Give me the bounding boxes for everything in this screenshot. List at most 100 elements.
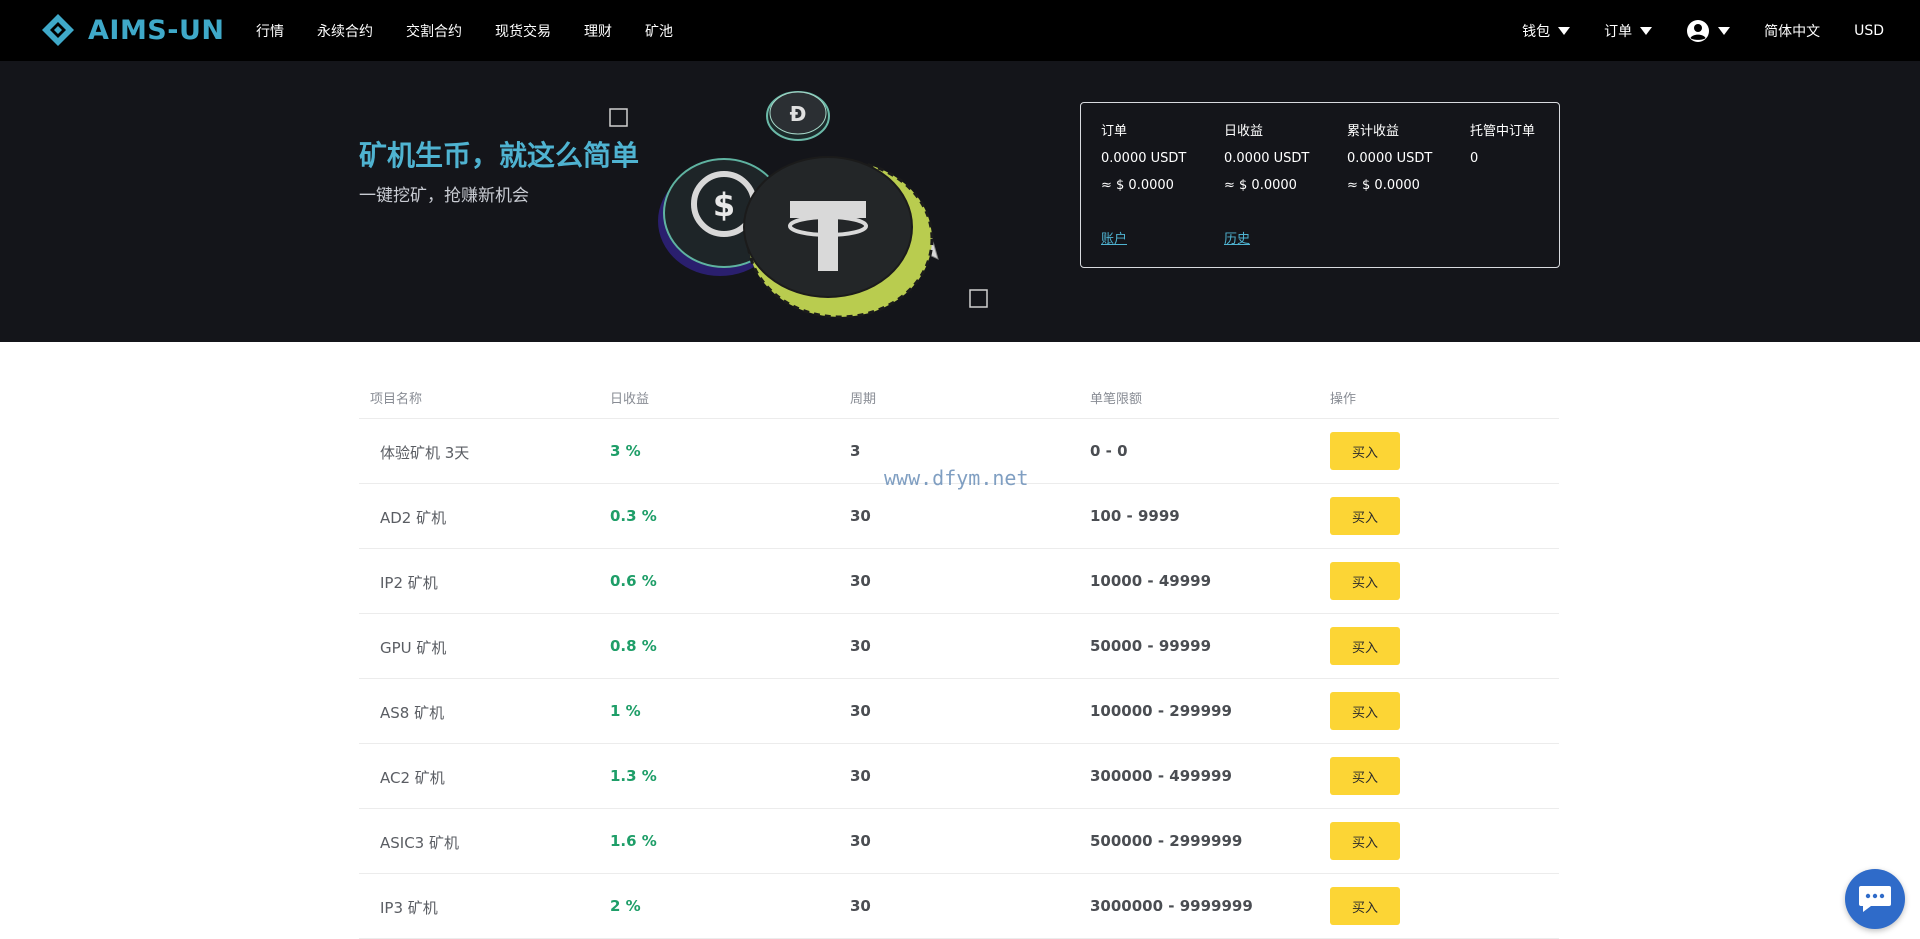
chat-bubble-icon — [1859, 886, 1891, 912]
stat-usd-value: ≈ $ 0.0000 — [1101, 178, 1174, 193]
stat-value: 0.0000 USDT — [1224, 151, 1310, 166]
stat-usd-value: ≈ $ 0.0000 — [1347, 178, 1420, 193]
table-row: AD2 矿机 0.3 % 30 100 - 9999 买入 — [359, 484, 1559, 549]
nav-delivery-contract[interactable]: 交割合约 — [406, 21, 462, 41]
table-row: ASIC3 矿机 1.6 % 30 500000 - 2999999 买入 — [359, 809, 1559, 874]
svg-text:Ð: Ð — [790, 102, 807, 126]
table-header: 项目名称 日收益 周期 单笔限额 操作 — [359, 372, 1559, 419]
daily-rate: 1.6 % — [610, 832, 657, 850]
project-name: ASIC3 矿机 — [380, 834, 459, 852]
user-dropdown[interactable] — [1686, 19, 1731, 43]
stat-usd-value: ≈ $ 0.0000 — [1224, 178, 1297, 193]
period: 30 — [850, 897, 871, 915]
project-name: IP2 矿机 — [380, 574, 438, 592]
single-limit: 50000 - 99999 — [1090, 637, 1212, 655]
table-row: AC2 矿机 1.3 % 30 300000 - 499999 买入 — [359, 744, 1559, 809]
stat-label: 托管中订单 — [1470, 124, 1536, 139]
nav-perpetual-contract[interactable]: 永续合约 — [317, 21, 373, 41]
currency-selector[interactable]: USD — [1854, 23, 1884, 39]
project-name: IP3 矿机 — [380, 899, 438, 917]
header-action: 操作 — [1330, 392, 1357, 407]
period: 30 — [850, 572, 871, 590]
buy-button[interactable]: 买入 — [1330, 497, 1400, 535]
daily-rate: 0.6 % — [610, 572, 657, 590]
project-name: AS8 矿机 — [380, 704, 445, 722]
table-row: AS8 矿机 1 % 30 100000 - 299999 买入 — [359, 679, 1559, 744]
single-limit: 0 - 0 — [1090, 442, 1128, 460]
period: 30 — [850, 637, 871, 655]
stat-hosted-orders: 托管中订单 0 — [1470, 120, 1535, 178]
single-limit: 100000 - 299999 — [1090, 702, 1232, 720]
hero-title: 矿机生币，就这么简单 — [359, 139, 640, 172]
stat-total-income: 累计收益 0.0000 USDT ≈ $ 0.0000 — [1347, 120, 1432, 193]
chat-support-button[interactable] — [1845, 869, 1905, 929]
brand-name: AIMS-UN — [88, 14, 225, 46]
header-daily-income: 日收益 — [610, 392, 650, 407]
daily-rate: 2 % — [610, 897, 641, 915]
chevron-down-icon — [1640, 26, 1653, 35]
logo-diamond-icon — [42, 14, 74, 46]
buy-button[interactable]: 买入 — [1330, 692, 1400, 730]
nav-finance[interactable]: 理财 — [584, 21, 612, 41]
period: 30 — [850, 507, 871, 525]
decor-square-icon — [969, 289, 988, 308]
mining-stats-card: 订单 0.0000 USDT ≈ $ 0.0000 日收益 0.0000 USD… — [1080, 102, 1560, 268]
period: 3 — [850, 442, 861, 460]
nav-market[interactable]: 行情 — [256, 21, 284, 41]
buy-button[interactable]: 买入 — [1330, 757, 1400, 795]
stat-label: 日收益 — [1224, 124, 1264, 139]
header-single-limit: 单笔限额 — [1090, 392, 1143, 407]
project-name: AC2 矿机 — [380, 769, 445, 787]
watermark-text: www.dfym.net — [884, 466, 1029, 490]
history-link[interactable]: 历史 — [1224, 228, 1250, 247]
project-name: 体验矿机 3天 — [380, 444, 470, 462]
coins-illustration: Ð $ — [609, 91, 988, 319]
period: 30 — [850, 832, 871, 850]
hero-banner: 矿机生币，就这么简单 一键挖矿，抢赚新机会 Ð $ 订单 0.0000 USDT… — [0, 61, 1920, 342]
stat-label: 累计收益 — [1347, 124, 1400, 139]
buy-button[interactable]: 买入 — [1330, 627, 1400, 665]
stat-daily-income: 日收益 0.0000 USDT ≈ $ 0.0000 — [1224, 120, 1309, 193]
buy-button[interactable]: 买入 — [1330, 822, 1400, 860]
project-name: GPU 矿机 — [380, 639, 447, 657]
stat-label: 订单 — [1101, 124, 1128, 139]
buy-button[interactable]: 买入 — [1330, 562, 1400, 600]
logo[interactable]: AIMS-UN — [40, 12, 224, 48]
period: 30 — [850, 702, 871, 720]
stat-value: 0.0000 USDT — [1101, 151, 1187, 166]
chevron-down-icon — [1718, 26, 1731, 35]
hero-subtitle: 一键挖矿，抢赚新机会 — [359, 186, 529, 206]
language-selector[interactable]: 简体中文 — [1764, 21, 1820, 41]
user-circle-icon — [1687, 19, 1710, 42]
nav-spot-trading[interactable]: 现货交易 — [495, 21, 551, 41]
daily-rate: 3 % — [610, 442, 641, 460]
buy-button[interactable]: 买入 — [1330, 432, 1400, 470]
daily-rate: 1 % — [610, 702, 641, 720]
svg-text:$: $ — [713, 186, 735, 224]
table-row: IP2 矿机 0.6 % 30 10000 - 49999 买入 — [359, 549, 1559, 614]
nav-mining-pool[interactable]: 矿池 — [645, 21, 673, 41]
single-limit: 300000 - 499999 — [1090, 767, 1232, 785]
wallet-dropdown[interactable]: 钱包 — [1522, 21, 1571, 41]
single-limit: 3000000 - 9999999 — [1090, 897, 1253, 915]
orders-dropdown[interactable]: 订单 — [1604, 21, 1653, 41]
stat-value: 0.0000 USDT — [1347, 151, 1433, 166]
table-row: GPU 矿机 0.8 % 30 50000 - 99999 买入 — [359, 614, 1559, 679]
buy-button[interactable]: 买入 — [1330, 887, 1400, 925]
stat-orders: 订单 0.0000 USDT ≈ $ 0.0000 — [1101, 120, 1186, 193]
daily-rate: 1.3 % — [610, 767, 657, 785]
project-name: AD2 矿机 — [380, 509, 447, 527]
orders-label: 订单 — [1604, 23, 1633, 40]
period: 30 — [850, 767, 871, 785]
daily-rate: 0.8 % — [610, 637, 657, 655]
account-menu: 钱包 订单 简体中文 USD — [1488, 0, 1884, 61]
single-limit: 500000 - 2999999 — [1090, 832, 1243, 850]
top-navigation: AIMS-UN 行情 永续合约 交割合约 现货交易 理财 矿池 钱包 订单 简体… — [0, 0, 1920, 61]
stat-value: 0 — [1470, 151, 1479, 166]
header-period: 周期 — [850, 392, 877, 407]
table-row: IP3 矿机 2 % 30 3000000 - 9999999 买入 — [359, 874, 1559, 939]
wallet-label: 钱包 — [1522, 23, 1551, 40]
chevron-down-icon — [1558, 26, 1571, 35]
account-link[interactable]: 账户 — [1101, 228, 1127, 247]
header-project-name: 项目名称 — [370, 392, 423, 407]
